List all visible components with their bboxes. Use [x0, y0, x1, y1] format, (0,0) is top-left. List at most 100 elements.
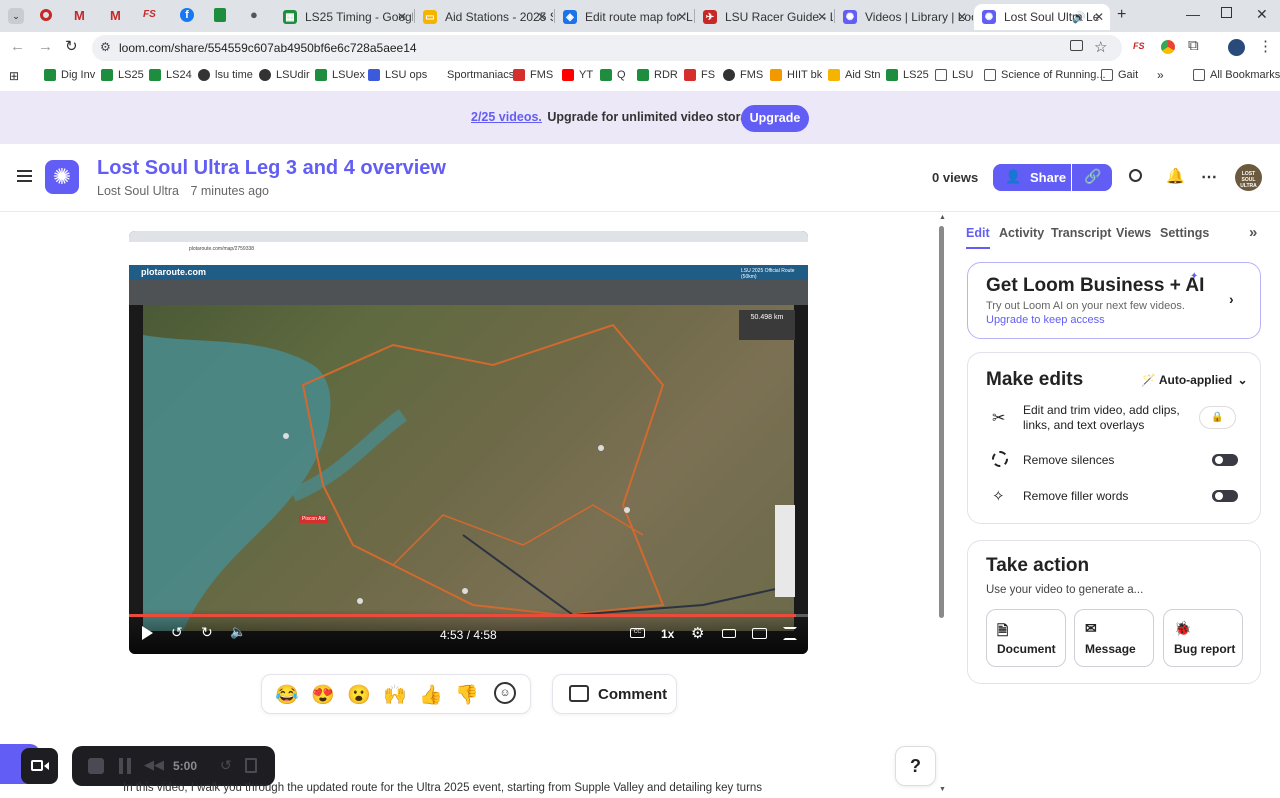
tab-transcript[interactable]: Transcript — [1051, 226, 1111, 240]
raised-hands-reaction[interactable]: 🙌 — [383, 683, 407, 707]
bookmark-rdr[interactable]: RDR — [637, 69, 678, 81]
love-reaction[interactable]: 😍 — [311, 683, 335, 707]
close-window-button[interactable]: ✕ — [1256, 6, 1268, 23]
upgrade-button[interactable]: Upgrade — [741, 105, 809, 132]
maximize-button[interactable] — [1221, 7, 1232, 18]
tab-activity[interactable]: Activity — [999, 226, 1044, 240]
pause-icon[interactable] — [119, 758, 131, 774]
thumbs-down-reaction[interactable]: 👎 — [455, 683, 479, 707]
all-bookmarks-folder[interactable]: All Bookmarks — [1193, 69, 1280, 81]
help-button[interactable]: ? — [895, 746, 936, 786]
tab-lsu-racer-guide[interactable]: ✈ LSU Racer Guide - LS ✕ — [695, 4, 833, 30]
captions-icon[interactable]: CC — [630, 628, 645, 638]
settings-gear-icon[interactable]: ⚙ — [691, 624, 704, 642]
tab-videos-library[interactable]: ✺ Videos | Library | Loo ✕ — [835, 4, 973, 30]
bookmark-hiit-bk[interactable]: HIIT bk — [770, 69, 822, 81]
fs-tab-icon[interactable]: FS — [143, 9, 156, 20]
pinned-tab-icon[interactable] — [40, 9, 52, 21]
promo-upgrade-link[interactable]: Upgrade to keep access — [986, 314, 1105, 326]
remove-silences-toggle[interactable] — [1212, 454, 1238, 466]
bookmark-ls25[interactable]: LS25 — [101, 69, 144, 81]
bookmark-star-icon[interactable]: ☆ — [1094, 38, 1107, 56]
loom-ai-promo-card[interactable]: Get Loom Business + AI ✦ Try out Loom AI… — [967, 262, 1261, 339]
tab-views[interactable]: Views — [1116, 226, 1151, 240]
extension-chrome-icon[interactable] — [1161, 40, 1175, 54]
close-icon[interactable]: ✕ — [1094, 10, 1104, 24]
video-title[interactable]: Lost Soul Ultra Leg 3 and 4 overview — [97, 157, 446, 180]
bookmark-fms[interactable]: FMS — [513, 69, 553, 81]
apps-grid-icon[interactable]: ⊞ — [9, 69, 19, 83]
theater-mode-icon[interactable] — [722, 629, 736, 638]
address-bar[interactable]: ⚙ loom.com/share/554559c607ab4950bf6e6c7… — [92, 35, 1122, 61]
bookmark-dig-inv[interactable]: Dig Inv — [44, 69, 95, 81]
document-button[interactable]: 🗎 Document — [986, 609, 1066, 667]
bookmark-lsuex[interactable]: LSUex — [315, 69, 365, 81]
message-button[interactable]: ✉ Message — [1074, 609, 1154, 667]
bookmark-sportmaniacs[interactable]: Sportmaniacs — [430, 69, 514, 81]
extensions-puzzle-icon[interactable]: ⧉ — [1188, 37, 1199, 54]
progress-track[interactable] — [129, 614, 808, 617]
more-options-icon[interactable]: ⋯ — [1201, 167, 1217, 187]
profile-avatar[interactable] — [1228, 39, 1245, 56]
browser-menu-icon[interactable]: ⋮ — [1258, 37, 1273, 55]
copy-link-button[interactable]: 🔗 — [1072, 164, 1112, 191]
gmail-tab-icon[interactable]: M — [74, 8, 85, 23]
add-reaction-icon[interactable]: ☺ — [494, 682, 516, 704]
tab-ls25-timing[interactable]: ▦ LS25 Timing - Googl ✕ — [275, 4, 413, 30]
close-icon[interactable]: ✕ — [817, 10, 827, 24]
tab-lost-soul-ultra[interactable]: ✺ Lost Soul Ultra Le 🔊 ✕ — [974, 4, 1110, 30]
thumbs-up-reaction[interactable]: 👍 — [419, 683, 443, 707]
tab-edit[interactable]: Edit — [966, 226, 990, 249]
share-button[interactable]: 👤 Share — [993, 164, 1071, 191]
bookmark-yt[interactable]: YT — [562, 69, 593, 81]
hamburger-menu-icon[interactable] — [17, 170, 32, 182]
playback-speed[interactable]: 1x — [661, 627, 674, 641]
bookmark-aid-stn[interactable]: Aid Stn — [828, 69, 880, 81]
collapse-panel-icon[interactable]: » — [1249, 224, 1257, 241]
rewind-icon[interactable]: ↺ — [171, 624, 183, 641]
search-icon[interactable] — [1129, 169, 1142, 182]
camera-toggle[interactable] — [21, 748, 58, 784]
user-avatar[interactable]: LOST SOUL ULTRA — [1235, 164, 1262, 191]
site-info-icon[interactable]: ⚙ — [100, 40, 111, 54]
bookmark-science-folder[interactable]: Science of Running... — [984, 69, 1106, 81]
bookmark-lsudir[interactable]: LSUdir — [259, 69, 310, 81]
restart-icon[interactable]: ↺ — [220, 757, 232, 774]
close-icon[interactable]: ✕ — [537, 10, 547, 24]
bookmark-ls25-2[interactable]: LS25 — [886, 69, 929, 81]
view-count[interactable]: 0 views — [932, 170, 978, 185]
close-icon[interactable]: ✕ — [957, 10, 967, 24]
tab-edit-route-map[interactable]: ◈ Edit route map for 'L ✕ — [555, 4, 693, 30]
author-name[interactable]: Lost Soul Ultra — [97, 184, 179, 198]
close-icon[interactable]: ✕ — [397, 10, 407, 24]
forward-icon[interactable]: → — [38, 38, 53, 55]
notification-bell-icon[interactable]: 🔔 — [1166, 167, 1185, 185]
bookmark-lsu-time[interactable]: lsu time — [198, 69, 253, 81]
facebook-tab-icon[interactable]: f — [180, 8, 194, 22]
loom-logo[interactable]: ✺ — [45, 160, 79, 194]
apple-tab-icon[interactable]: ● — [250, 7, 258, 22]
tab-settings[interactable]: Settings — [1160, 226, 1209, 240]
trash-icon[interactable] — [245, 758, 257, 773]
stop-recording-icon[interactable] — [88, 758, 104, 774]
tab-aid-stations[interactable]: ▭ Aid Stations - 2025 S ✕ — [415, 4, 553, 30]
bookmark-ls24[interactable]: LS24 — [149, 69, 192, 81]
bookmark-fms-2[interactable]: FMS — [723, 69, 763, 81]
sheets-tab-icon[interactable] — [214, 8, 226, 22]
tab-search-icon[interactable]: ⌄ — [8, 8, 24, 24]
new-tab-button[interactable]: + — [1117, 6, 1126, 24]
extension-fs-icon[interactable]: FS — [1133, 41, 1145, 51]
wow-reaction[interactable]: 😮 — [347, 683, 371, 707]
more-bookmarks-icon[interactable]: » — [1157, 68, 1164, 82]
fullscreen-icon[interactable] — [783, 627, 797, 640]
rewind-recording-icon[interactable]: ◀◀ — [144, 757, 164, 773]
main-scrollbar[interactable]: ▲ ▼ — [938, 214, 946, 798]
remove-filler-words-toggle[interactable] — [1212, 490, 1238, 502]
reload-icon[interactable]: ↻ — [65, 37, 78, 55]
bookmark-gait-folder[interactable]: Gait — [1101, 69, 1138, 81]
forward-skip-icon[interactable]: ↻ — [201, 624, 213, 641]
pip-icon[interactable] — [752, 628, 767, 639]
comment-button[interactable]: Comment — [552, 674, 677, 714]
laugh-reaction[interactable]: 😂 — [275, 683, 299, 707]
play-icon[interactable] — [142, 626, 153, 640]
